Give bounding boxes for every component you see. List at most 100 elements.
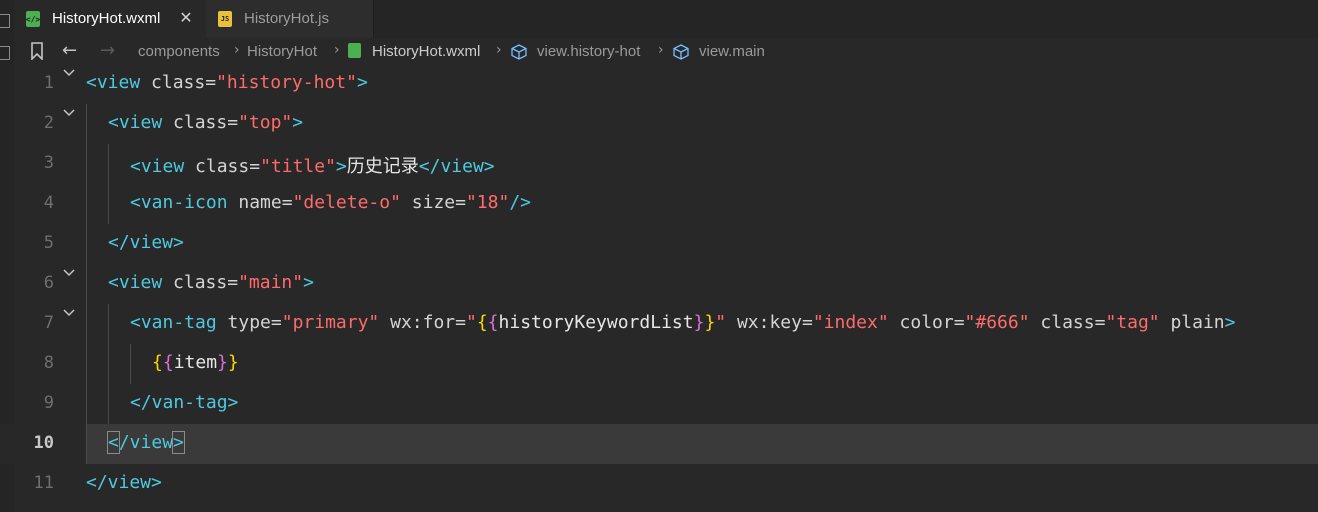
token-attr: plain: [1159, 312, 1225, 333]
chevron-right-icon: ›: [658, 42, 664, 58]
fold-chevron-icon[interactable]: [62, 266, 76, 280]
breadcrumb: ← → components › HistoryHot › HistoryHot…: [14, 38, 1318, 66]
token-attr: class=: [151, 72, 217, 93]
token-string: "#666": [964, 312, 1030, 333]
code-line: 7 <van-tag type="primary" wx:for="{{hist…: [0, 304, 1318, 344]
code-text: <van-icon name="delete-o" size="18"/>: [130, 192, 531, 213]
token-string: "history-hot": [216, 72, 357, 93]
code-line: 9 </van-tag>: [0, 384, 1318, 424]
token-attr: wx:key=: [726, 312, 813, 333]
chevron-right-icon: ›: [334, 42, 340, 58]
token-tag: <view: [130, 156, 196, 177]
token-tag: </view>: [86, 472, 162, 493]
token-string: "delete-o": [292, 192, 401, 213]
token-brace: }: [704, 312, 716, 333]
line-number: 8: [43, 353, 54, 373]
line-number: 5: [43, 233, 54, 253]
token-attr: class=: [173, 112, 239, 133]
token-brace: {: [152, 352, 163, 373]
token-tag: >: [1224, 312, 1236, 333]
token-tag: >: [335, 156, 347, 177]
token-string: ": [465, 312, 477, 333]
token-tag: >: [292, 112, 304, 133]
indent-guide: [108, 384, 109, 424]
indent-guide: [86, 384, 87, 424]
indent-guide: [86, 344, 87, 384]
code-line: 3 <view class="title">历史记录</view>: [0, 144, 1318, 184]
tab-label: HistoryHot.js: [244, 10, 330, 27]
wxml-file-icon: [348, 43, 361, 58]
token-tag: </van-tag>: [130, 392, 239, 413]
code-text: {{item}}: [152, 352, 239, 373]
token-string: "title": [260, 156, 336, 177]
token-tag: >: [303, 272, 314, 293]
code-line: 4 <van-icon name="delete-o" size="18"/>: [0, 184, 1318, 224]
code-text: </view>: [108, 232, 184, 253]
token-brace: }: [217, 352, 228, 373]
code-text: </view>: [107, 431, 185, 454]
element-cube-icon: [673, 44, 689, 60]
breadcrumb-folder[interactable]: HistoryHot: [247, 43, 317, 60]
explorer-icon[interactable]: [0, 14, 10, 28]
code-line: 11 </view>: [0, 464, 1318, 504]
token-attr: class=: [173, 272, 239, 293]
indent-guide: [130, 344, 131, 384]
indent-guide: [86, 104, 87, 144]
source-icon[interactable]: [0, 46, 10, 60]
code-editor[interactable]: 1 <view class="history-hot"> 2 <view cla…: [0, 66, 1318, 512]
indent-guide: [108, 344, 109, 384]
fold-chevron-icon[interactable]: [62, 306, 76, 320]
forward-arrow-icon[interactable]: →: [100, 40, 115, 61]
indent-guide: [86, 224, 87, 264]
js-file-icon: JS: [218, 11, 232, 27]
token-tag: </view>: [108, 232, 184, 253]
token-string: "index": [812, 312, 889, 333]
line-number: 9: [43, 393, 54, 413]
token-brace: {: [476, 312, 488, 333]
token-brace: }: [227, 352, 239, 373]
fold-chevron-icon[interactable]: [62, 66, 76, 80]
token-tag: <van-tag: [130, 312, 228, 333]
bracket-match: >: [172, 431, 185, 454]
token-attr: wx:for=: [379, 312, 466, 333]
chevron-right-icon: ›: [496, 42, 502, 58]
token-tag: /view: [118, 432, 174, 453]
code-text: <view class="title">历史记录</view>: [130, 152, 495, 178]
indent-guide: [108, 304, 109, 344]
line-number: 2: [43, 113, 54, 133]
indent-guide: [86, 304, 87, 344]
breadcrumb-view-history-hot[interactable]: view.history-hot: [537, 43, 640, 60]
line-number: 3: [43, 153, 54, 173]
token-string: "tag": [1105, 312, 1160, 333]
line-number: 4: [43, 193, 54, 213]
breadcrumb-components[interactable]: components: [138, 43, 220, 60]
breadcrumb-view-main[interactable]: view.main: [699, 43, 765, 60]
token-attr: name=: [238, 192, 293, 213]
code-text: </van-tag>: [130, 392, 238, 413]
token-string: "top": [238, 112, 293, 133]
bookmark-icon[interactable]: [30, 42, 44, 60]
tab-historyhot-wxml[interactable]: </> HistoryHot.wxml ✕: [14, 0, 206, 38]
token-string: ": [715, 312, 727, 333]
token-tag: </view>: [418, 156, 495, 177]
code-line-current: 10 </view>: [0, 424, 1318, 464]
token-text: 历史记录: [346, 156, 419, 177]
close-icon[interactable]: ✕: [176, 8, 196, 28]
token-tag: <view: [86, 72, 152, 93]
editor-window: </> HistoryHot.wxml ✕ JS HistoryHot.js ←…: [0, 0, 1318, 512]
breadcrumb-file[interactable]: HistoryHot.wxml: [372, 43, 480, 60]
token-attr: class=: [1029, 312, 1106, 333]
code-line: 5 </view>: [0, 224, 1318, 264]
chevron-right-icon: ›: [234, 42, 240, 58]
code-text: <view class="history-hot">: [86, 72, 368, 93]
token-brace: }: [693, 312, 705, 333]
fold-chevron-icon[interactable]: [62, 106, 76, 120]
code-line: 1 <view class="history-hot">: [0, 64, 1318, 104]
tab-historyhot-js[interactable]: JS HistoryHot.js: [206, 0, 374, 38]
indent-guide: [108, 184, 109, 224]
token-attr: type=: [227, 312, 282, 333]
token-tag: <van-icon: [130, 192, 239, 213]
back-arrow-icon[interactable]: ←: [62, 40, 77, 61]
code-text: <view class="top">: [108, 112, 303, 133]
code-text: </view>: [86, 472, 162, 493]
